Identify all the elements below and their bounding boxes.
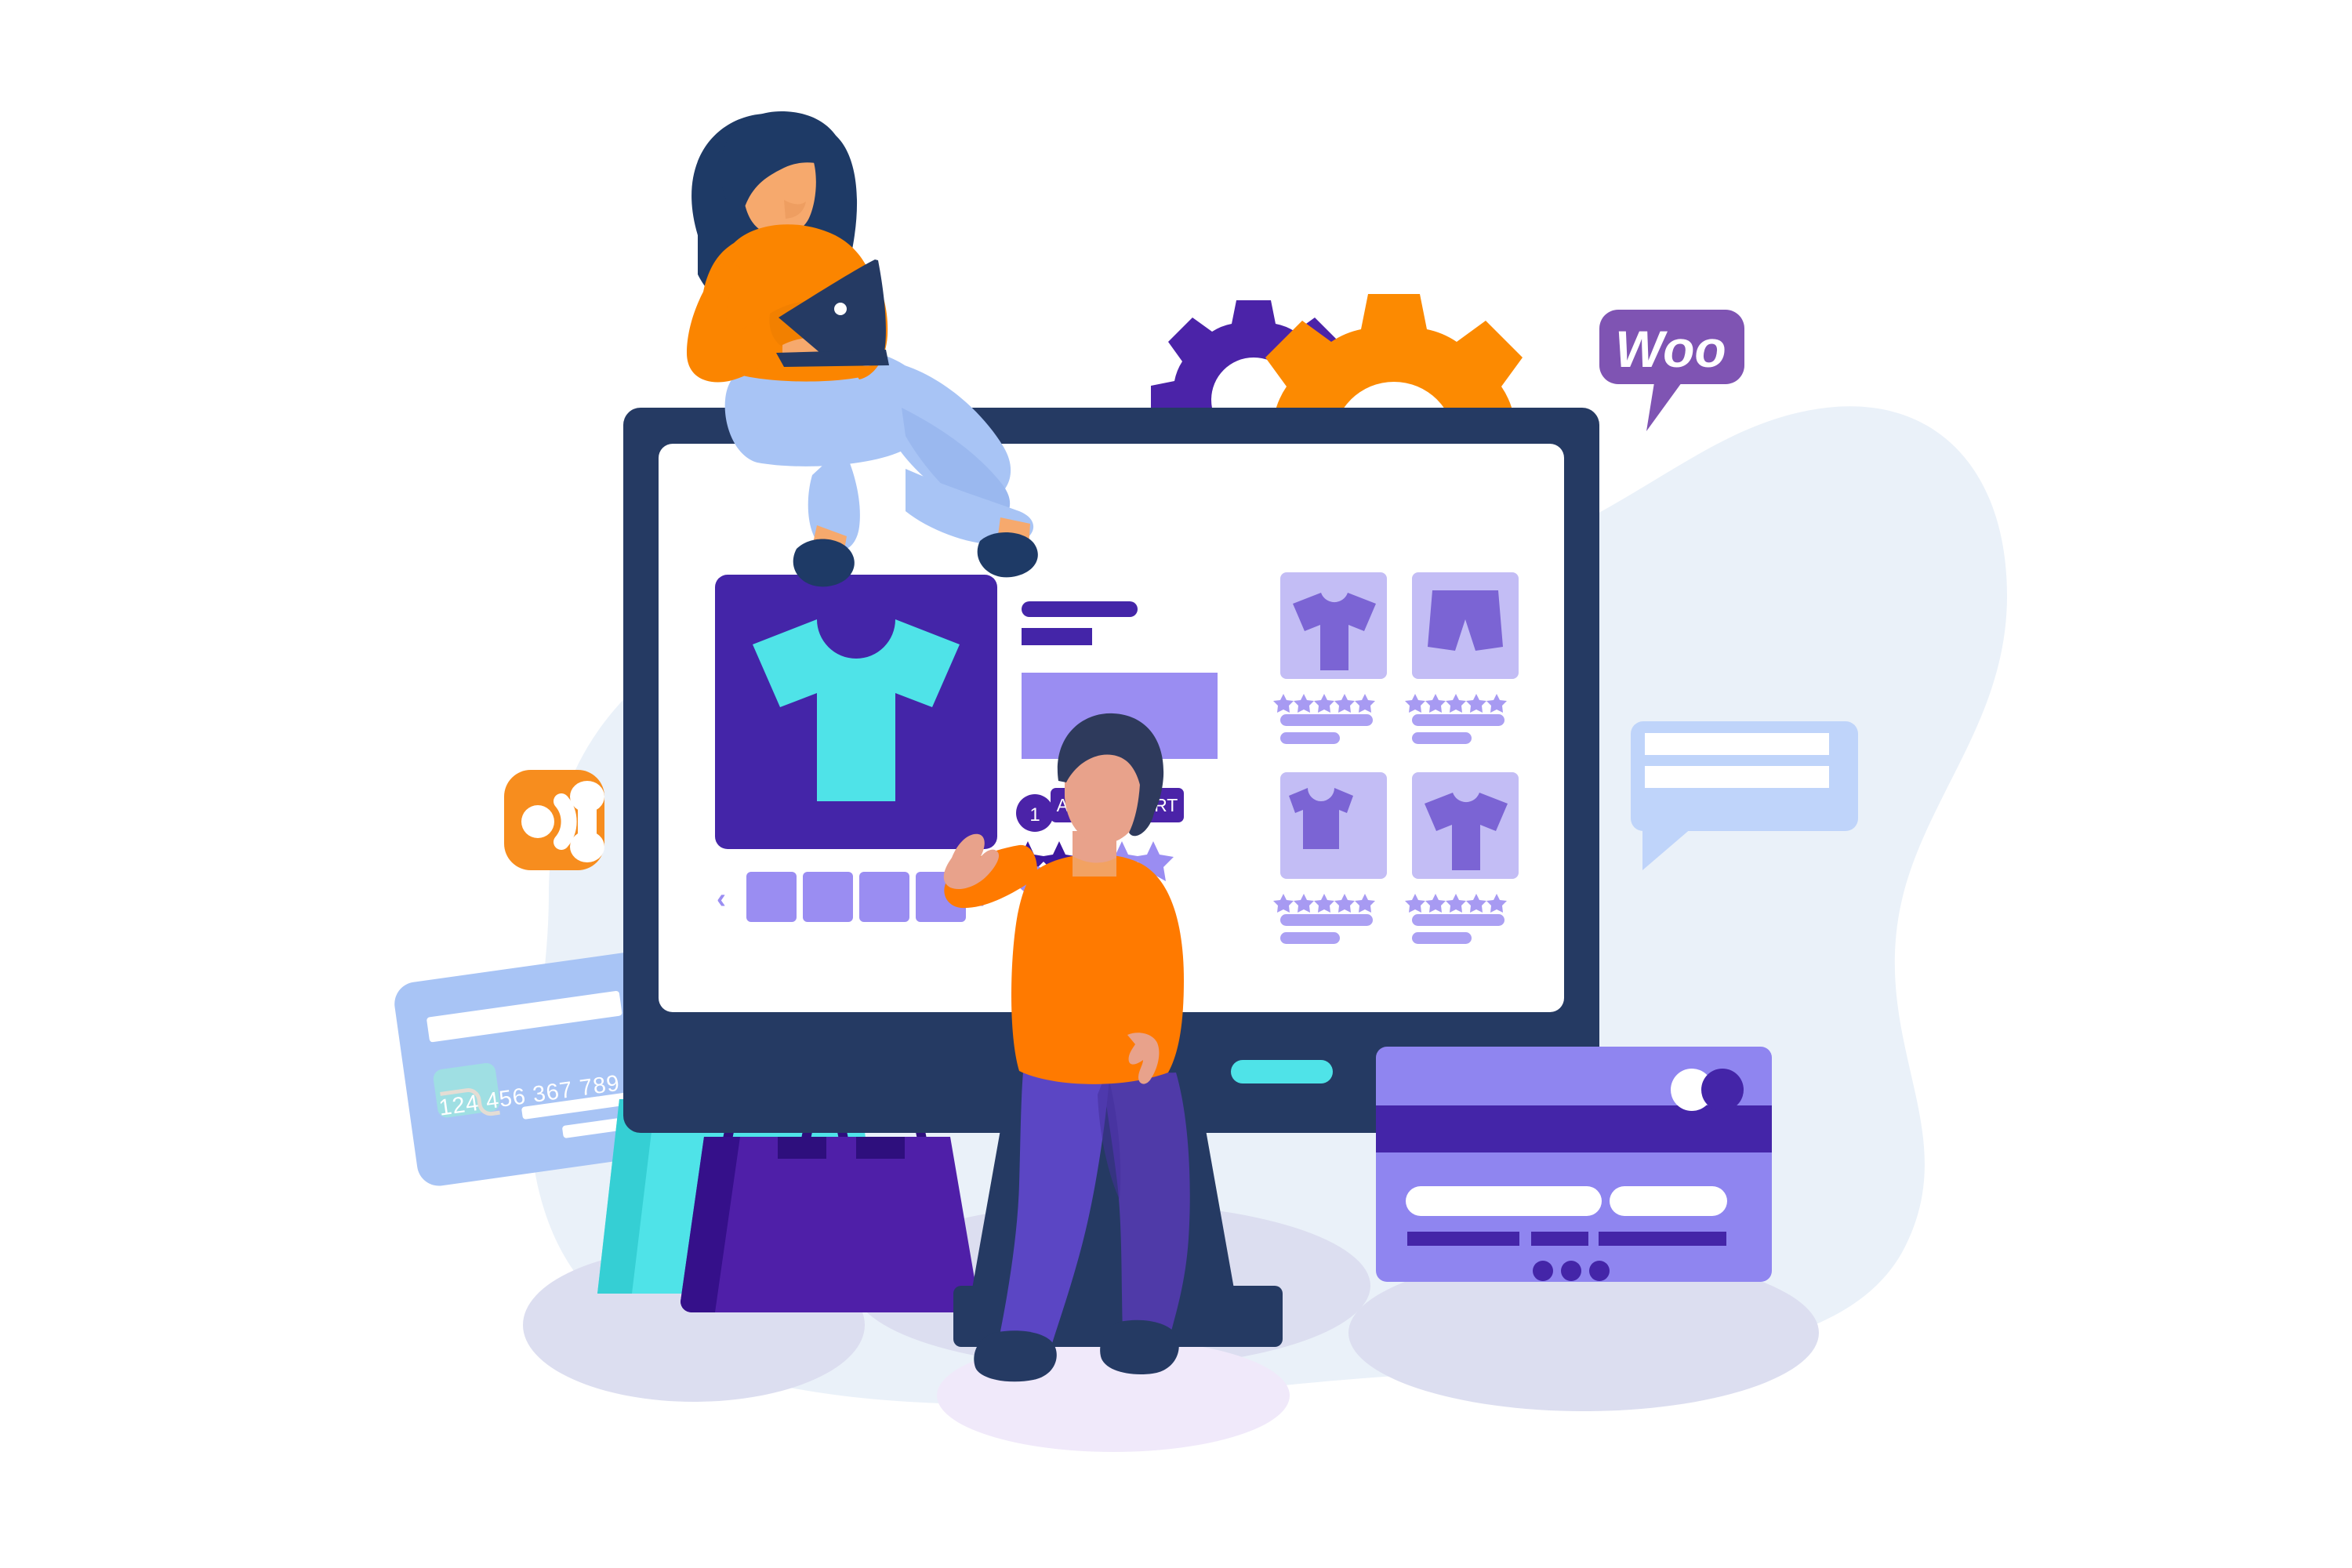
thumbnail-prev-arrow: ‹ (717, 882, 726, 914)
shopping-bag-purple[interactable] (681, 1137, 978, 1312)
product-card-tshirt-2[interactable] (1405, 772, 1519, 944)
product-subtitle-bar (1022, 628, 1092, 645)
woo-badge-text: Woo (1615, 320, 1726, 378)
thumbnail-3 (859, 872, 909, 922)
product-card-shorts[interactable] (1405, 572, 1519, 744)
product-main-image[interactable] (715, 575, 997, 849)
card-dots (1533, 1261, 1610, 1281)
card-field-2 (1610, 1186, 1727, 1216)
card-logo-circle-dark (1701, 1069, 1744, 1111)
chat-line-2 (1645, 766, 1829, 788)
monitor-power-led (1231, 1060, 1333, 1083)
thumbnail-1 (746, 872, 797, 922)
illustration-canvas: 124 456 367 789 123 Woo ‹ 1 (0, 0, 2352, 1568)
quantity-value: 1 (1029, 804, 1040, 826)
woocommerce-logo-badge[interactable]: Woo (1599, 310, 1744, 431)
chat-line-1 (1645, 733, 1829, 755)
product-title-bar (1022, 601, 1138, 617)
payment-card-large[interactable] (1376, 1047, 1772, 1282)
card-magnetic-stripe (1376, 1105, 1772, 1152)
thumbnail-2 (803, 872, 853, 922)
card-field-1 (1406, 1186, 1602, 1216)
jetpack-app-icon[interactable] (504, 770, 606, 870)
product-card-tshirt-1[interactable] (1273, 572, 1387, 744)
product-card-tanktop[interactable] (1273, 772, 1387, 944)
